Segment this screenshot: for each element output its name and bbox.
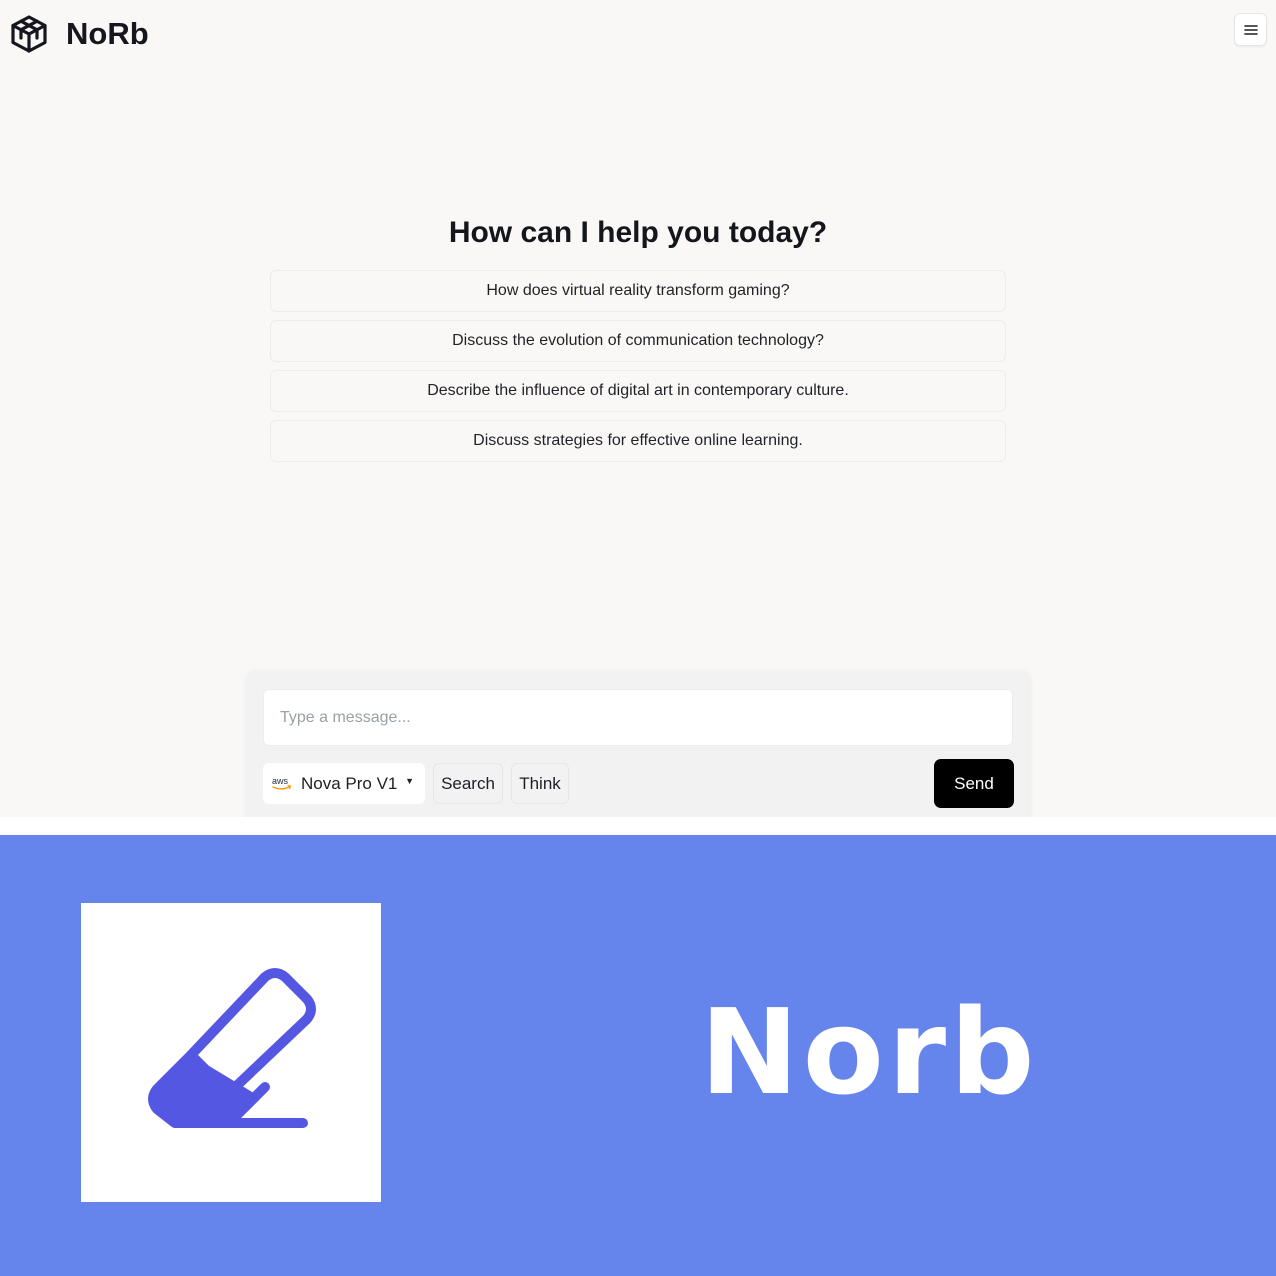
model-selector[interactable]: aws Nova Pro V1 ▼: [263, 763, 425, 804]
menu-button[interactable]: [1234, 13, 1267, 46]
chevron-down-icon: ▼: [405, 776, 414, 786]
search-toggle[interactable]: Search: [433, 763, 503, 804]
aws-icon: aws: [272, 776, 292, 790]
page-title: How can I help you today?: [448, 216, 828, 249]
model-label: Nova Pro V1: [301, 773, 398, 793]
cube-icon: [11, 15, 47, 53]
send-button[interactable]: Send: [934, 759, 1014, 808]
app-window: NoRb How can I help you today? How does …: [0, 0, 1276, 817]
suggestion-item[interactable]: Discuss the evolution of communication t…: [270, 320, 1006, 362]
message-composer: aws Nova Pro V1 ▼ Search Think Send: [246, 671, 1030, 817]
brand-name: NoRb: [66, 16, 149, 51]
banner-title: Norb: [700, 983, 1039, 1121]
suggestion-item[interactable]: How does virtual reality transform gamin…: [270, 270, 1006, 312]
aws-icon-text: aws: [272, 776, 289, 786]
eraser-icon: [148, 968, 316, 1128]
hamburger-menu-icon: [1243, 24, 1258, 35]
suggestion-item[interactable]: Describe the influence of digital art in…: [270, 370, 1006, 412]
brand-banner: Norb: [0, 835, 1276, 1276]
think-toggle[interactable]: Think: [511, 763, 569, 804]
suggestion-item[interactable]: Discuss strategies for effective online …: [270, 420, 1006, 462]
brand-logo[interactable]: NoRb: [10, 14, 149, 54]
suggestion-list: How does virtual reality transform gamin…: [270, 270, 1006, 470]
icon-tile: [81, 903, 381, 1202]
message-input[interactable]: [263, 689, 1013, 746]
